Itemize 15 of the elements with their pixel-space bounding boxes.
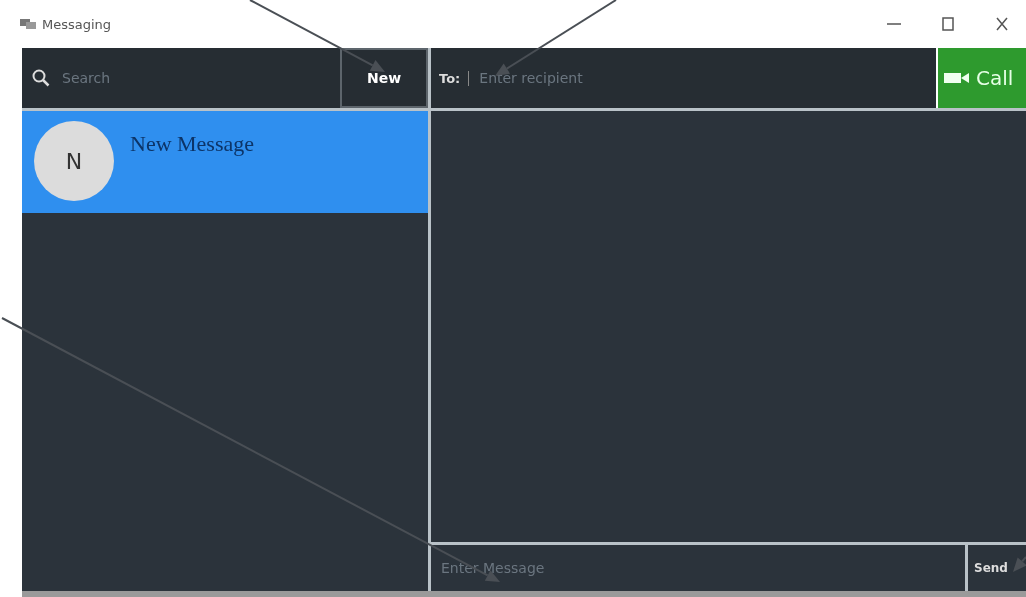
leader-line <box>1013 556 1026 572</box>
recipient-field[interactable]: To: Enter recipient <box>431 48 936 108</box>
avatar: N <box>34 121 114 201</box>
recipient-input[interactable]: Enter recipient <box>477 48 936 108</box>
minimize-icon <box>887 23 901 25</box>
search-icon <box>32 69 50 87</box>
close-icon <box>996 17 1008 31</box>
conversation-item[interactable]: N New Message <box>22 111 428 213</box>
chat-icon <box>20 18 36 30</box>
maximize-icon <box>942 17 954 31</box>
conversation-name: New Message <box>130 131 255 157</box>
video-camera-icon <box>944 72 970 84</box>
recipient-label: To: <box>439 70 470 86</box>
new-button[interactable]: New <box>340 48 428 108</box>
window-title: Messaging <box>42 16 112 32</box>
